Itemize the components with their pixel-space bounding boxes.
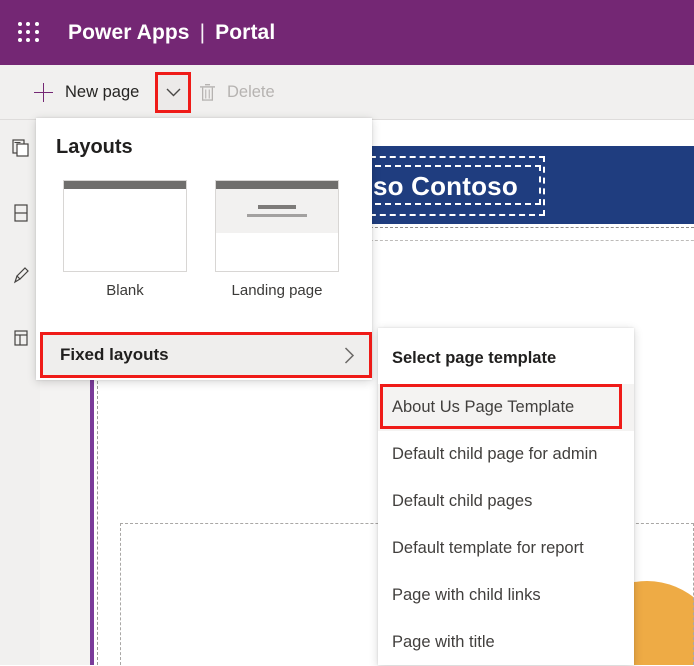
template-item-default-template-report[interactable]: Default template for report [378, 525, 634, 572]
sidebar-item-styling[interactable] [12, 266, 30, 284]
new-page-dropdown-chevron-button[interactable] [155, 72, 191, 113]
chevron-right-icon [344, 346, 355, 364]
landing-page-layout-thumbnail [215, 180, 339, 272]
template-item-default-child-page-admin[interactable]: Default child page for admin [378, 431, 634, 478]
sidebar-item-components[interactable] [12, 204, 30, 222]
thumbnail-hero-block [216, 189, 338, 233]
template-label: Page with title [392, 633, 495, 651]
app-context-name: Portal [215, 20, 276, 44]
left-icon-rail [0, 120, 40, 665]
layout-option-landing-page[interactable]: Landing page [215, 180, 339, 299]
app-brand: Power Apps | Portal [68, 21, 275, 45]
pages-icon [12, 139, 30, 157]
fixed-layouts-label: Fixed layouts [60, 345, 169, 364]
waffle-grid-icon[interactable] [18, 21, 40, 44]
layout-option-blank[interactable]: Blank [63, 180, 187, 299]
fixed-layouts-menu-item[interactable]: Fixed layouts [40, 332, 372, 378]
brand-separator: | [199, 20, 206, 44]
landing-page-layout-label: Landing page [231, 282, 323, 299]
new-page-button[interactable]: New page [34, 65, 139, 119]
delete-label: Delete [227, 82, 275, 101]
template-label: Page with child links [392, 586, 541, 604]
template-item-page-with-title[interactable]: Page with title [378, 619, 634, 666]
layouts-panel-title: Layouts [56, 136, 133, 158]
template-item-default-child-pages[interactable]: Default child pages [378, 478, 634, 525]
thumbnail-subtext-line [247, 214, 307, 217]
styling-brush-icon [12, 266, 30, 284]
page-template-submenu: Select page template About Us Page Templ… [378, 328, 634, 665]
chevron-down-icon [166, 88, 181, 97]
command-toolbar: New page Delete [0, 65, 694, 120]
hero-title-text: toso Contoso [348, 171, 518, 201]
thumbnail-header-bar [216, 181, 338, 189]
thumbnail-header-bar [64, 181, 186, 189]
components-icon [12, 204, 30, 222]
plus-icon [34, 82, 53, 102]
submenu-title: Select page template [392, 349, 557, 367]
delete-button[interactable]: Delete [199, 65, 275, 119]
thumbnail-heading-line [258, 205, 296, 210]
app-header: Power Apps | Portal [0, 0, 694, 65]
blank-layout-label: Blank [106, 282, 144, 299]
sidebar-item-pages[interactable] [12, 139, 30, 157]
template-label: Default child pages [392, 492, 533, 510]
sidebar-item-data[interactable] [12, 329, 30, 347]
product-name: Power Apps [68, 20, 190, 44]
data-table-icon [12, 329, 30, 347]
template-item-page-with-child-links[interactable]: Page with child links [378, 572, 634, 619]
template-label: About Us Page Template [392, 398, 575, 416]
trash-icon [199, 83, 216, 102]
blank-layout-thumbnail [63, 180, 187, 272]
template-item-about-us[interactable]: About Us Page Template [378, 384, 634, 431]
template-label: Default child page for admin [392, 445, 598, 463]
template-label: Default template for report [392, 539, 584, 557]
new-page-label: New page [65, 82, 140, 101]
